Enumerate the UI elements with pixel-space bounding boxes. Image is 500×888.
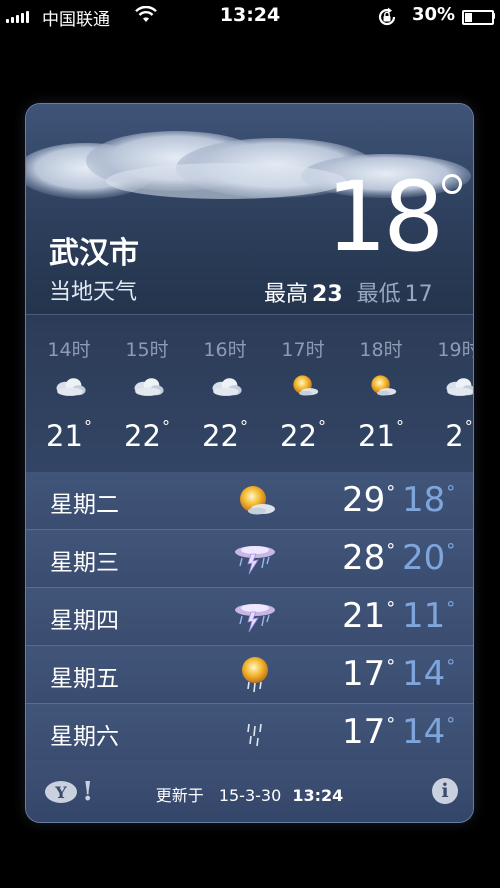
- battery-percentage: 30%: [412, 4, 456, 25]
- day-high: 28°: [342, 538, 396, 578]
- day-high: 17°: [342, 712, 396, 752]
- cloudy-icon: [209, 371, 243, 401]
- partly-sunny-icon: [365, 371, 399, 401]
- hour-temp-value: 22: [202, 419, 239, 453]
- hourly-item: 19时 2°: [420, 315, 473, 473]
- current-conditions: 武汉市 当地天气 18 最高 23 最低 17: [26, 104, 473, 314]
- hourly-item: 15时 22°: [108, 315, 186, 473]
- widget-footer: Y ! 更新于 15-3-30 13:24 i: [26, 760, 473, 822]
- daily-forecast: 星期二 29° 18° 星期三 28° 20° 星期四 21° 11° 星期五 17° 14° 星期六 1…: [26, 472, 473, 762]
- day-name: 星期四: [50, 608, 119, 634]
- day-low: 20°: [402, 538, 456, 578]
- rain-icon: [231, 714, 279, 752]
- day-low-value: 14: [402, 654, 446, 694]
- hour-temp: 22°: [280, 417, 326, 453]
- partly-sunny-icon: [231, 482, 279, 520]
- hour-label: 19时: [437, 339, 473, 361]
- daily-row: 星期四 21° 11°: [26, 588, 473, 646]
- day-name: 星期五: [50, 666, 119, 692]
- degree-symbol: [442, 174, 462, 194]
- day-low: 14°: [402, 654, 456, 694]
- daily-row: 星期五 17° 14°: [26, 646, 473, 704]
- day-high: 17°: [342, 654, 396, 694]
- day-high: 21°: [342, 596, 396, 636]
- day-high-value: 17: [342, 654, 386, 694]
- hour-label: 16时: [203, 339, 247, 361]
- updated-clock: 13:24: [292, 786, 344, 805]
- hour-temp: 21°: [358, 417, 404, 453]
- low-label: 最低: [356, 282, 401, 307]
- location-subtitle: 当地天气: [49, 280, 138, 305]
- updated-label: 更新于: [155, 786, 204, 805]
- day-low-value: 20: [402, 538, 446, 578]
- day-low: 11°: [402, 596, 456, 636]
- updated-date: 15-3-30: [218, 786, 282, 805]
- battery-nub: [492, 13, 495, 19]
- hour-label: 15时: [125, 339, 169, 361]
- day-low: 18°: [402, 480, 456, 520]
- hour-temp-value: 2: [445, 419, 464, 453]
- cloudy-icon: [443, 371, 473, 401]
- hour-temp-value: 21: [46, 419, 83, 453]
- weather-widget[interactable]: 武汉市 当地天气 18 最高 23 最低 17 14时 21° 15时 22° 16时 22° 1…: [26, 104, 473, 822]
- updated-time: 更新于 15-3-30 13:24: [26, 782, 473, 806]
- status-bar: 中国联通 13:24 30%: [0, 0, 500, 30]
- rotation-lock-icon: [378, 7, 396, 26]
- hour-temp-value: 22: [124, 419, 161, 453]
- hour-temp: 22°: [202, 417, 248, 453]
- day-low-value: 14: [402, 712, 446, 752]
- hour-temp-value: 22: [280, 419, 317, 453]
- info-icon[interactable]: i: [432, 778, 458, 804]
- day-high-value: 17: [342, 712, 386, 752]
- day-high-value: 21: [342, 596, 386, 636]
- low-value: 17: [404, 282, 433, 307]
- daily-row: 星期三 28° 20°: [26, 530, 473, 588]
- hour-label: 18时: [359, 339, 403, 361]
- day-name: 星期三: [50, 550, 119, 576]
- hourly-item: 17时 22°: [264, 315, 342, 473]
- day-name: 星期六: [50, 724, 119, 750]
- day-high-value: 28: [342, 538, 386, 578]
- high-low: 最高 23 最低 17: [264, 276, 433, 308]
- cloudy-icon: [131, 371, 165, 401]
- partly-sunny-icon: [287, 371, 321, 401]
- hour-temp: 2°: [445, 417, 473, 453]
- cloudy-icon: [53, 371, 87, 401]
- hourly-item: 18时 21°: [342, 315, 420, 473]
- daily-row: 星期六 17° 14°: [26, 704, 473, 762]
- thunderstorm-icon: [231, 540, 279, 578]
- current-temp-value: 18: [326, 161, 444, 273]
- hourly-item: 14时 21°: [30, 315, 108, 473]
- high-value: 23: [312, 282, 343, 307]
- day-high-value: 29: [342, 480, 386, 520]
- hourly-forecast[interactable]: 14时 21° 15时 22° 16时 22° 17时 22° 18时 21° 19时 2°: [26, 314, 473, 474]
- sun-rain-icon: [231, 656, 279, 694]
- hour-label: 14时: [47, 339, 91, 361]
- hour-temp: 22°: [124, 417, 170, 453]
- thunderstorm-icon: [231, 598, 279, 636]
- hour-label: 17时: [281, 339, 325, 361]
- current-temperature: 18: [326, 162, 466, 272]
- day-low: 14°: [402, 712, 456, 752]
- city-name: 武汉市: [49, 236, 139, 271]
- day-name: 星期二: [50, 492, 119, 518]
- high-label: 最高: [264, 282, 309, 307]
- hourly-item: 16时 22°: [186, 315, 264, 473]
- hour-temp-value: 21: [358, 419, 395, 453]
- day-low-value: 18: [402, 480, 446, 520]
- day-low-value: 11: [402, 596, 446, 636]
- battery-icon: [462, 10, 494, 25]
- daily-row: 星期二 29° 18°: [26, 472, 473, 530]
- day-high: 29°: [342, 480, 396, 520]
- hour-temp: 21°: [46, 417, 92, 453]
